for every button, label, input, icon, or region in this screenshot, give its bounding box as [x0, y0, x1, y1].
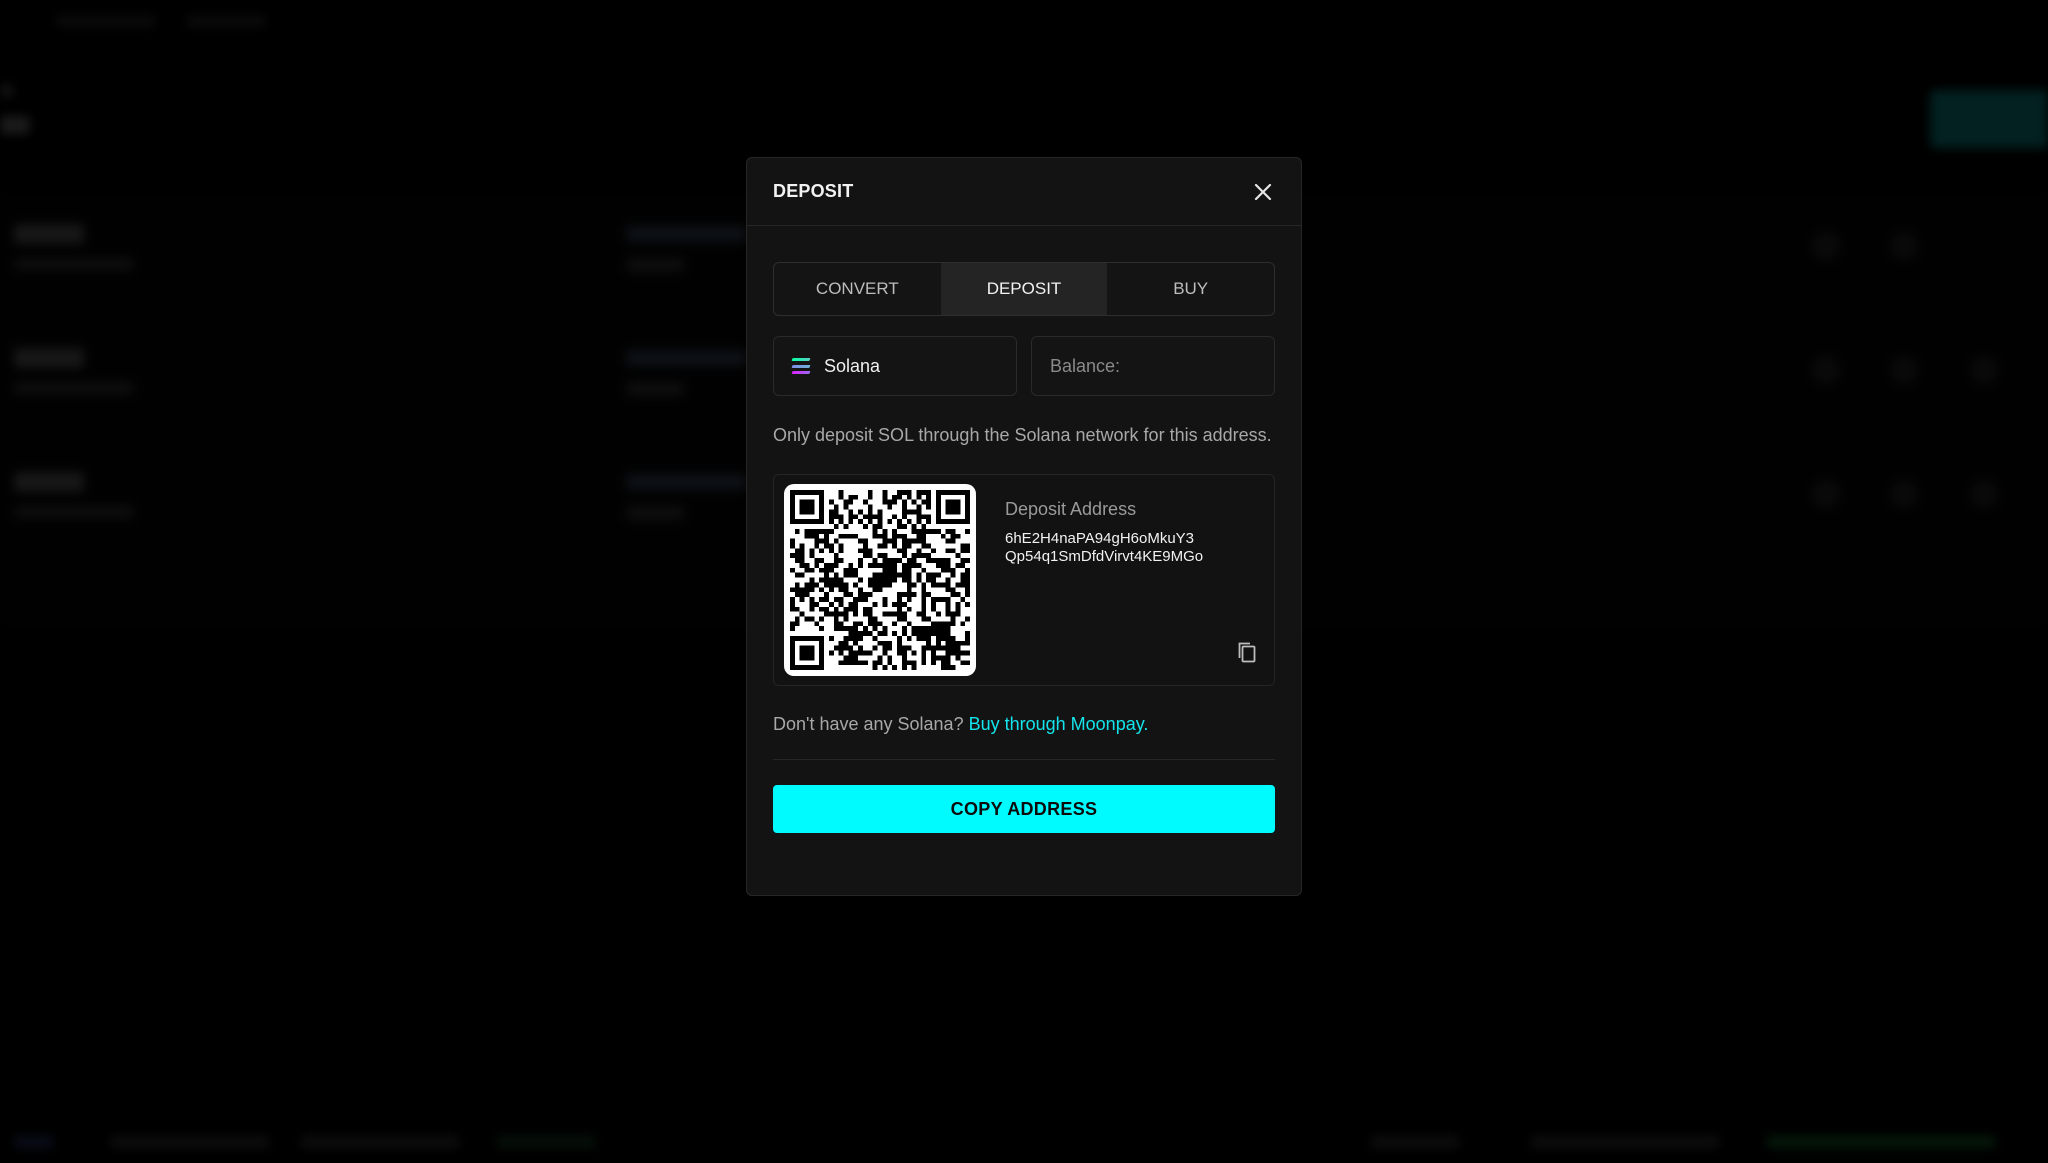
- network-select[interactable]: Solana: [773, 336, 1017, 396]
- network-name: Solana: [824, 355, 881, 376]
- tab-deposit[interactable]: DEPOSIT: [940, 263, 1108, 315]
- moonpay-link[interactable]: Buy through Moonpay.: [969, 714, 1149, 734]
- deposit-address-value: 6hE2H4naPA94gH6oMkuY3Qp54q1SmDfdVirvt4KE…: [1005, 530, 1204, 565]
- deposit-modal: DEPOSIT CONVERT DEPOSIT BUY Solana Balan…: [746, 157, 1302, 896]
- qr-code-modules: [790, 490, 970, 670]
- balance-label: Balance:: [1050, 355, 1121, 376]
- qr-code: [784, 484, 976, 676]
- modal-header: DEPOSIT: [747, 158, 1301, 226]
- close-icon: [1254, 183, 1272, 200]
- tab-convert[interactable]: CONVERT: [774, 263, 941, 315]
- buy-prompt-text: Don't have any Solana?: [773, 714, 964, 734]
- tab-buy[interactable]: BUY: [1107, 263, 1274, 315]
- copy-address-button[interactable]: COPY ADDRESS: [773, 785, 1275, 833]
- mode-tabs: CONVERT DEPOSIT BUY: [773, 262, 1275, 316]
- copy-icon[interactable]: [1236, 641, 1258, 665]
- deposit-address-card: Deposit Address 6hE2H4naPA94gH6oMkuY3Qp5…: [773, 474, 1275, 686]
- buy-prompt-line: Don't have any Solana? Buy through Moonp…: [773, 714, 1275, 735]
- deposit-address-label: Deposit Address: [1005, 499, 1137, 519]
- deposit-warning-note: Only deposit SOL through the Solana netw…: [773, 425, 1272, 445]
- balance-field: Balance:: [1031, 336, 1275, 396]
- modal-title: DEPOSIT: [773, 181, 854, 201]
- qr-code-image: [790, 490, 970, 670]
- solana-icon: [791, 358, 811, 374]
- close-button[interactable]: [1251, 180, 1275, 204]
- divider: [773, 759, 1275, 760]
